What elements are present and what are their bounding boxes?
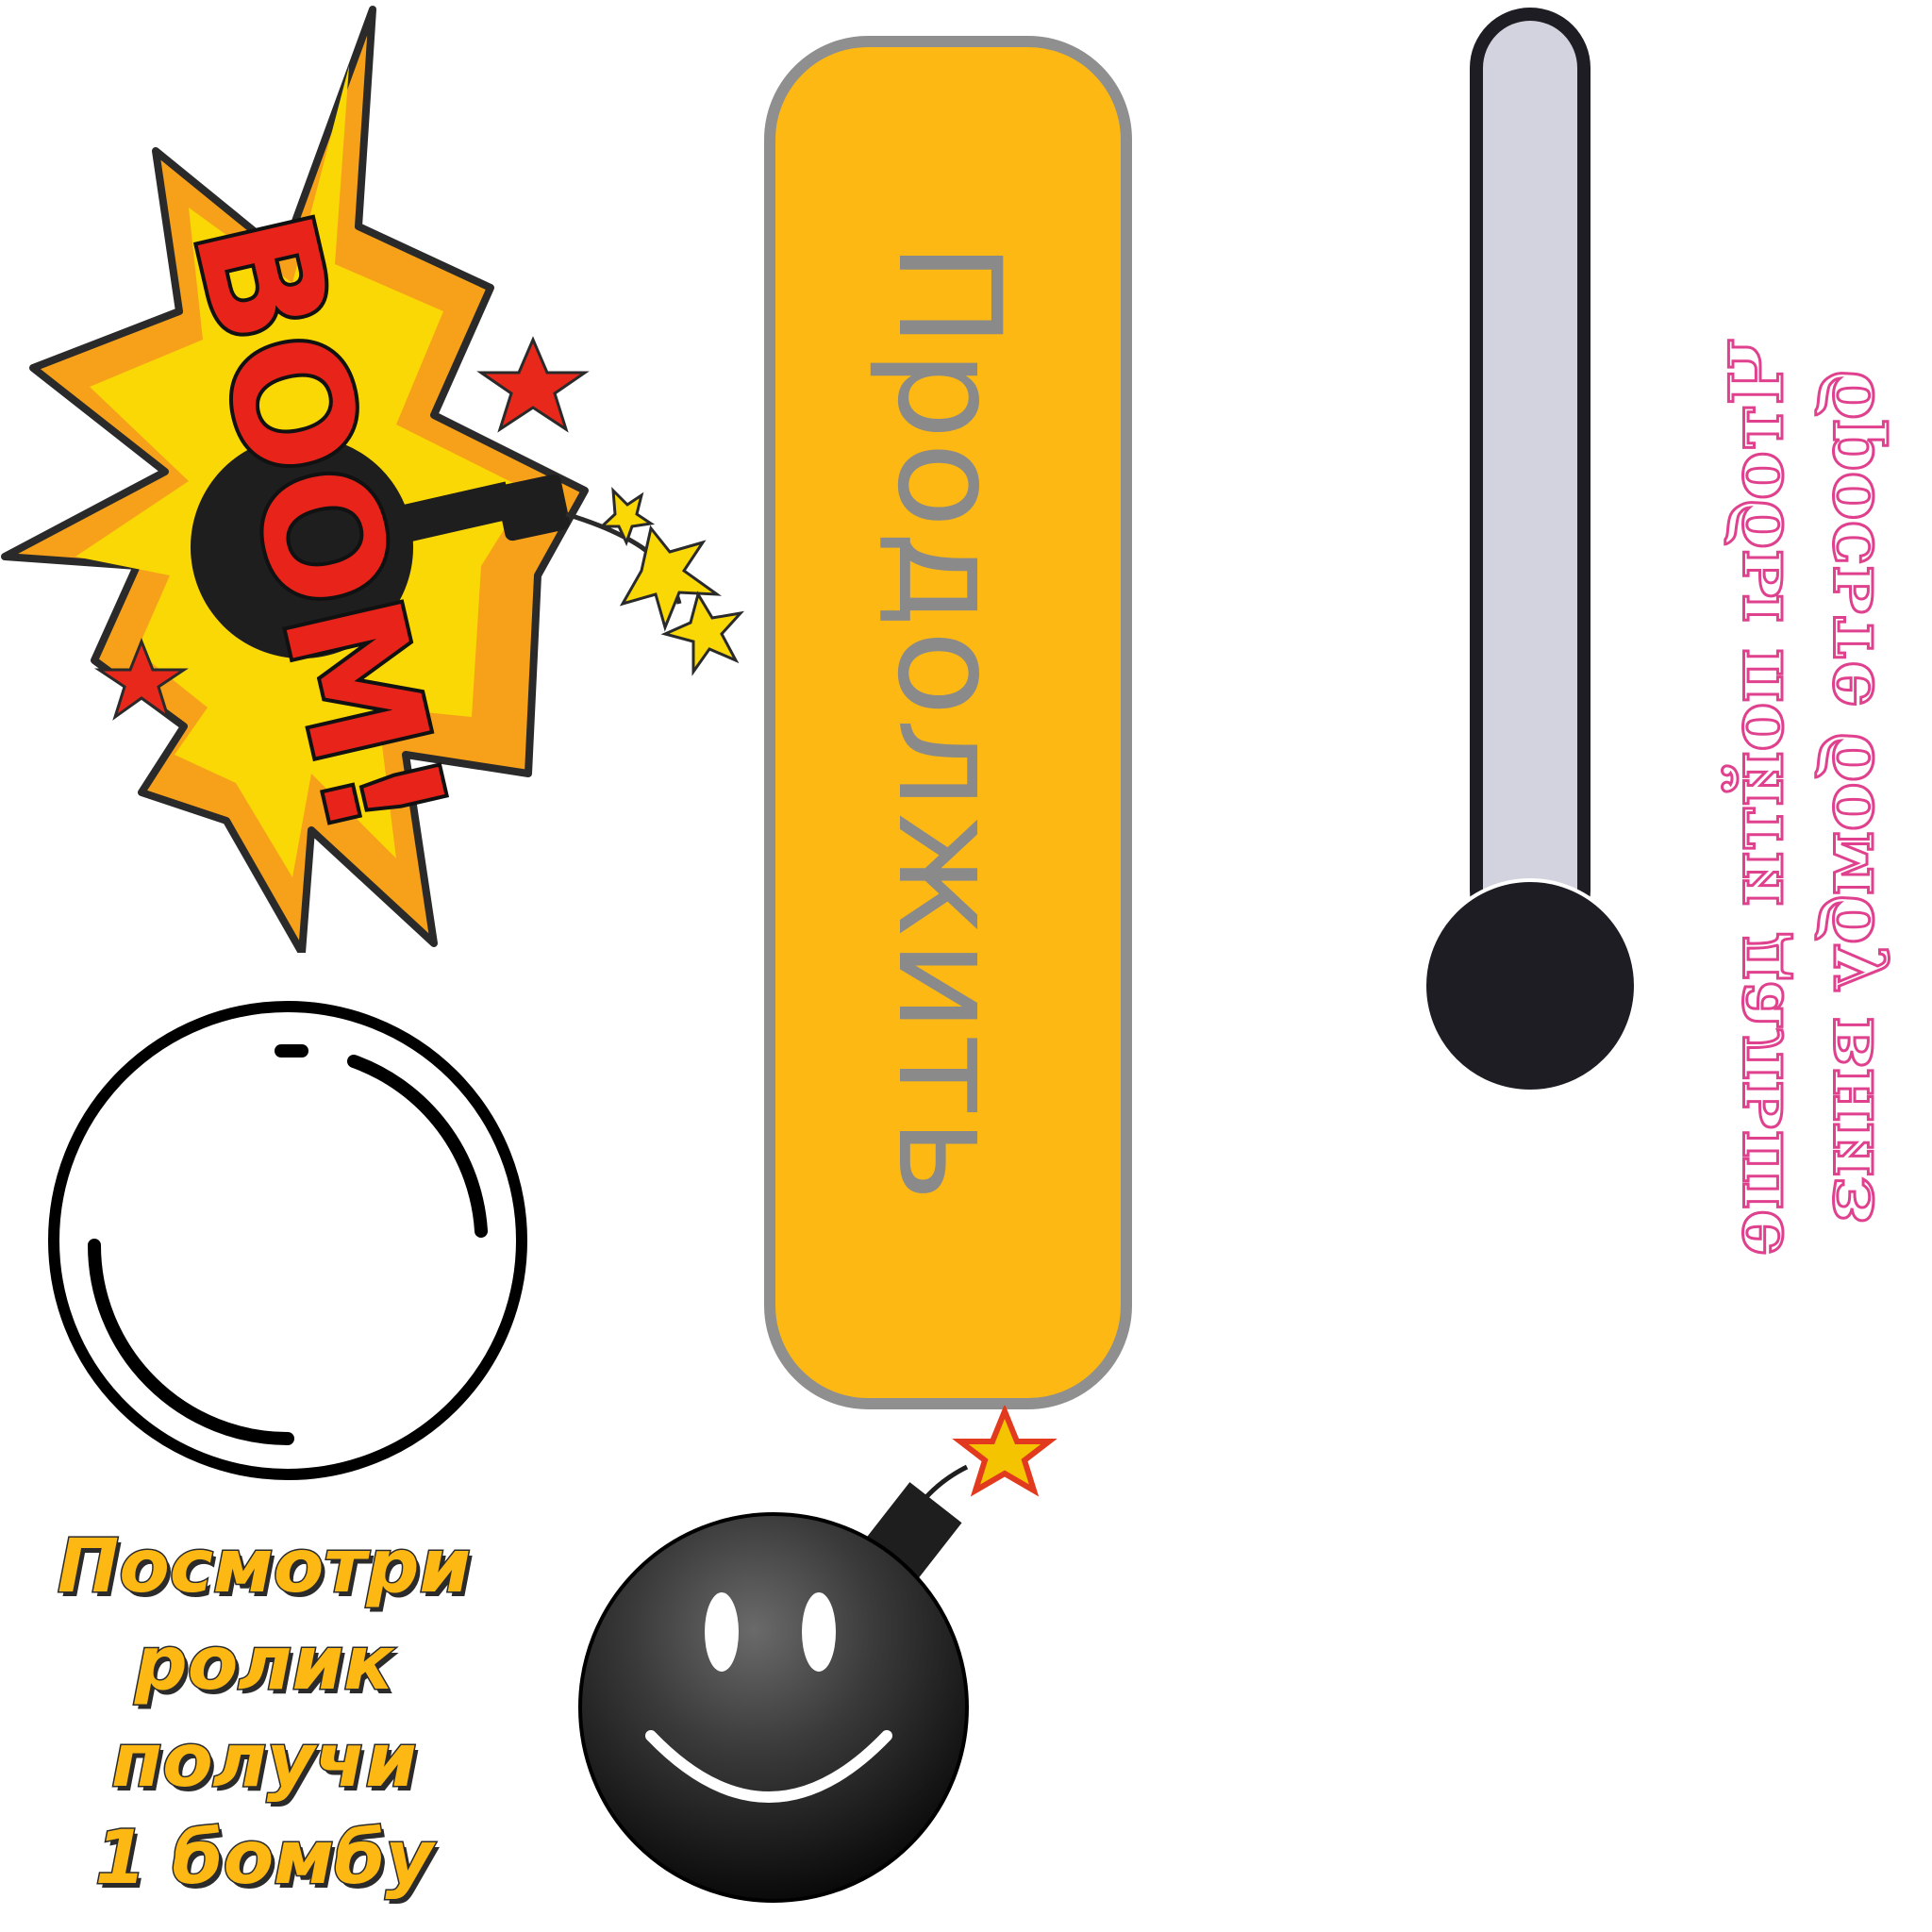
hint-line: Чтобы пойти дальше: [1713, 337, 1802, 1257]
boom-explosion-icon: BOOM!: [0, 0, 783, 957]
reward-line: Посмотри: [56, 1524, 472, 1611]
reward-line: ролик: [133, 1621, 394, 1708]
bomb-eye: [802, 1592, 836, 1672]
slider-track-fill: [1483, 21, 1577, 945]
empty-ring-icon: [38, 991, 538, 1491]
continue-button-label: Продолжить: [866, 242, 1030, 1204]
power-slider[interactable]: [1415, 0, 1660, 1123]
hint-line: бросьте бомбу вниз: [1804, 370, 1892, 1225]
hint-text: Чтобы пойти дальше бросьте бомбу вниз: [1712, 0, 1910, 1594]
continue-button[interactable]: Продолжить: [764, 36, 1132, 1409]
red-star-icon: [476, 336, 590, 433]
watch-ad-reward-text[interactable]: Посмотри ролик получи 1 бомбу: [19, 1519, 509, 1915]
reward-line: получи: [110, 1718, 419, 1806]
slider-knob: [1423, 878, 1638, 1093]
reward-line: 1 бомбу: [93, 1815, 435, 1903]
fuse-spark-icon: [952, 1404, 1058, 1497]
bomb-eye: [705, 1592, 739, 1672]
smiley-bomb-icon[interactable]: [566, 1404, 1075, 1915]
